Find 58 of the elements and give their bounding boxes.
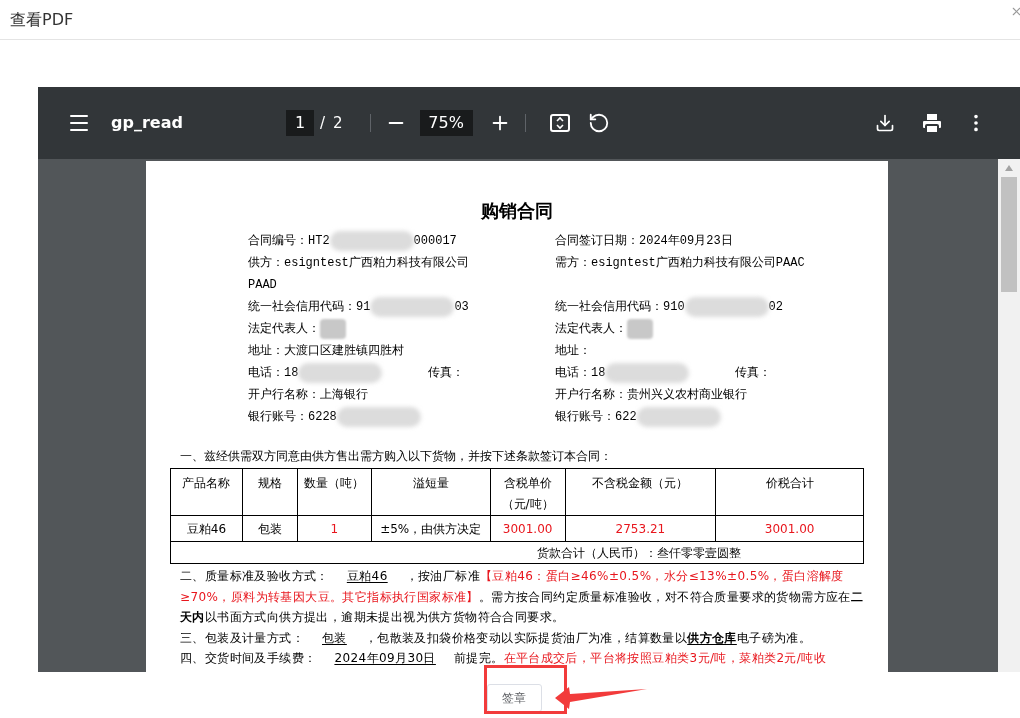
field-text: 合同签订日期：2024年09月23日 [555,233,733,250]
scrollbar[interactable] [998,159,1020,672]
field-text: PAAD [248,277,277,294]
field-text: 需方：esigntest广西粕力科技有限公司PAAC [555,255,805,272]
table-header-cell: 产品名称 [170,468,243,516]
table-header-cell: 不含税金额（元） [565,468,716,516]
field-text: 02 [768,299,783,316]
table-header-cell: 价税合计 [715,468,864,516]
field-text: 统一社会信用代码：91 [248,299,371,316]
blurred-patch [627,319,653,339]
field-text: 银行账号：622 [555,409,637,426]
field-text: 合同编号：HT2 [248,233,330,250]
field-text: 开户行名称：上海银行 [248,387,368,404]
table-cell: 3001.00 [490,515,566,542]
blurred-patch [320,319,346,339]
clause-paragraph: 四、交货时间及手续费： 2024年09月30日 前提完。在平台成交后，平台将按照豆粕类3元/吨，菜粕类2元/吨收 [180,650,828,667]
dialog-title: 查看PDF [10,8,74,31]
sign-button[interactable]: 签章 [486,684,542,712]
scrollbar-thumb[interactable] [1001,177,1017,292]
table-header-cell: 规格 [242,468,298,516]
table-cell: 豆粕46 [170,515,243,542]
table-header-cell: 数量（吨） [297,468,372,516]
table-cell: 3001.00 [715,515,864,542]
document-title: 购销合同 [481,199,553,223]
file-name: gp_read [111,112,184,134]
field-text: 供方：esigntest广西粕力科技有限公司 [248,255,469,272]
field-text: 银行账号：6228 [248,409,337,426]
page-count: 2 [333,112,343,134]
page-input[interactable]: 1 [286,110,314,136]
clause-paragraph: 一、兹经供需双方同意由供方售出需方购入以下货物，并按下述条款签订本合同： [180,448,613,465]
rotate-icon[interactable] [587,112,610,134]
field-text: 法定代表人： [555,321,627,338]
zoom-input[interactable]: 75% [419,110,473,136]
table-cell: 2753.21 [565,515,716,542]
download-icon[interactable] [875,113,895,133]
field-text: 000017 [413,233,457,250]
field-text: 传真： [735,365,772,382]
field-text: 电话：18 [555,365,606,382]
field-text: 传真： [428,365,465,382]
page-separator: / [320,112,326,134]
close-icon[interactable] [1010,5,1020,18]
print-icon[interactable] [920,111,944,135]
table-cell: 1 [297,515,372,542]
table-header-cell: 溢短量 [371,468,491,516]
clause-paragraph: 二、质量标准及验收方式： 豆粕46 ，按油厂标准【豆粕46：蛋白≥46%±0.5%，水分≤13%±0.5%，蛋白溶解度≥70%，原料为转基因大豆。其它指标执行国家标准】。需方按合同约定质量标准验收，对不符合质量要求的货物需方应在二天内 以书面方式向供方提出，逾期未提出视为供方货物符合合同要求。 [180,568,864,626]
field-text: 地址：大渡口区建胜镇四胜村 [248,343,404,360]
field-text: 地址： [555,343,591,360]
table-header-cell: 含税单价（元/吨） [490,468,566,516]
field-text: 法定代表人： [248,321,320,338]
field-text: 电话：18 [248,365,299,382]
field-text: 03 [454,299,469,316]
field-text: 统一社会信用代码：910 [555,299,685,316]
fit-page-icon[interactable] [547,111,572,135]
table-cell: 包装 [242,515,298,542]
table-total-cell: 货款合计（人民币）：叁仟零零壹圆整 [170,541,864,564]
clause-paragraph: 三、包装及计量方式： 包装 ，包散装及扣袋价格变动以实际提货油厂为准，结算数量以供方仓库电子磅为准。 [180,629,813,647]
field-text: 开户行名称：贵州兴义农村商业银行 [555,387,747,404]
table-cell: ±5%，由供方决定 [371,515,491,542]
